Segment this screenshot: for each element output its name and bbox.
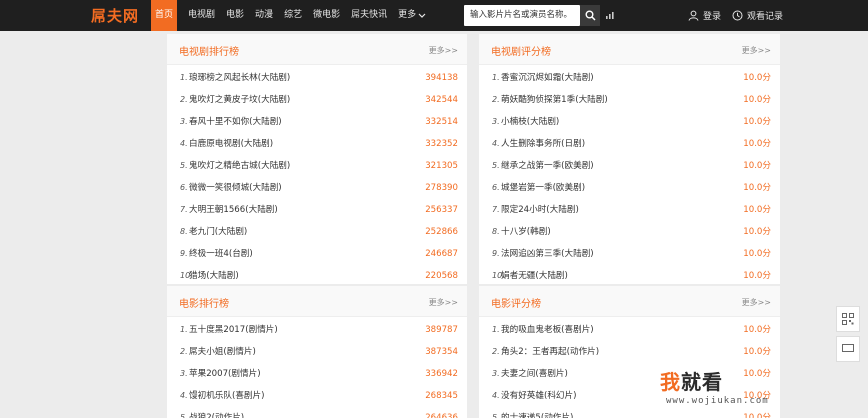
list-item[interactable]: 4. 馒初机乐队(喜剧片) 268345 — [167, 385, 467, 407]
panel-title: 电影评分榜 — [491, 299, 541, 310]
main-nav: 首页 电视剧 电影 动漫 综艺 微电影 屌夫快讯 更多 — [151, 0, 437, 31]
more-link[interactable]: 更多>> — [429, 297, 458, 308]
list-item[interactable]: 4. 白鹿原电视剧(大陆剧) 332352 — [167, 133, 467, 155]
rank-list: 1. 五十度黑2017(剧情片) 389787 2. 屌夫小姐(剧情片) 387354 … — [167, 317, 467, 418]
nav-news[interactable]: 屌夫快讯 — [351, 0, 387, 31]
list-item[interactable]: 7. 限定24小时(大陆剧) 10.0分 — [479, 199, 780, 221]
list-item[interactable]: 10. 娟者无疆(大陆剧) 10.0分 — [479, 265, 780, 287]
login-label: 登录 — [703, 12, 722, 22]
tv-score-panel: 电视剧评分榜 更多>> 1. 香蜜沉沉烬如霜(大陆剧) 10.0分 2. 萌妖酷狗侦探… — [479, 34, 780, 284]
search-button[interactable] — [580, 5, 600, 26]
nav-more[interactable]: 更多 — [398, 0, 426, 31]
nav-movie[interactable]: 电影 — [226, 0, 244, 31]
chevron-down-icon — [418, 13, 426, 18]
list-item[interactable]: 2. 屌夫小姐(剧情片) 387354 — [167, 341, 467, 363]
search-input[interactable] — [464, 5, 580, 26]
qr-code-icon — [842, 313, 854, 325]
history-label: 观看记录 — [747, 12, 784, 22]
nav-micro-film[interactable]: 微电影 — [313, 0, 340, 31]
nav-variety[interactable]: 综艺 — [284, 0, 302, 31]
more-link[interactable]: 更多>> — [742, 297, 771, 308]
nav-anime[interactable]: 动漫 — [255, 0, 273, 31]
clock-icon — [732, 10, 743, 21]
nav-more-label: 更多 — [398, 10, 417, 20]
list-item[interactable]: 3. 小楠枝(大陆剧) 10.0分 — [479, 111, 780, 133]
nav-home[interactable]: 首页 — [151, 0, 178, 31]
list-item[interactable]: 4. 人生删除事务所(日剧) 10.0分 — [479, 133, 780, 155]
rank-list: 1. 香蜜沉沉烬如霜(大陆剧) 10.0分 2. 萌妖酷狗侦探第1季(大陆剧) 10.0… — [479, 65, 780, 287]
list-item[interactable]: 5. 战狼2(动作片) 264636 — [167, 407, 467, 418]
qr-code-button[interactable] — [836, 306, 860, 332]
login-link[interactable]: 登录 — [688, 9, 721, 22]
list-item[interactable]: 7. 大明王朝1566(大陆剧) 256337 — [167, 199, 467, 221]
list-item[interactable]: 1. 五十度黑2017(剧情片) 389787 — [167, 319, 467, 341]
watermark-char: 我 — [660, 370, 681, 394]
list-item[interactable]: 5. 继承之战第一季(欧美剧) 10.0分 — [479, 155, 780, 177]
watermark-url: www.wojiukan.com — [666, 396, 769, 406]
movie-rank-panel: 电影排行榜 更多>> 1. 五十度黑2017(剧情片) 389787 2. 屌夫小姐(… — [167, 286, 467, 418]
list-item[interactable]: 9. 终极一班4(台剧) 246687 — [167, 243, 467, 265]
list-item[interactable]: 3. 苹果2007(剧情片) 336942 — [167, 363, 467, 385]
list-item[interactable]: 6. 城堡岩第一季(欧美剧) 10.0分 — [479, 177, 780, 199]
watermark-text: 就看 — [681, 370, 723, 394]
list-item[interactable]: 2. 角头2：王者再起(动作片) 10.0分 — [479, 341, 780, 363]
site-logo[interactable]: 屌夫网 — [91, 5, 139, 26]
user-icon — [688, 10, 699, 21]
more-link[interactable]: 更多>> — [429, 45, 458, 56]
list-item[interactable]: 9. 法网追凶第三季(大陆剧) 10.0分 — [479, 243, 780, 265]
message-icon — [842, 344, 854, 352]
watermark: 我就看 www.wojiukan.com — [660, 366, 780, 416]
panel-title: 电视剧评分榜 — [491, 47, 551, 58]
list-item[interactable]: 2. 鬼吹灯之黄皮子坟(大陆剧) 342544 — [167, 89, 467, 111]
list-item[interactable]: 1. 香蜜沉沉烬如霜(大陆剧) 10.0分 — [479, 67, 780, 89]
list-item[interactable]: 1. 琅琊榜之风起长林(大陆剧) 394138 — [167, 67, 467, 89]
list-item[interactable]: 3. 春风十里不如你(大陆剧) 332514 — [167, 111, 467, 133]
list-item[interactable]: 5. 鬼吹灯之精绝古城(大陆剧) 321305 — [167, 155, 467, 177]
list-item[interactable]: 1. 我的吸血鬼老板(喜剧片) 10.0分 — [479, 319, 780, 341]
list-item[interactable]: 2. 萌妖酷狗侦探第1季(大陆剧) 10.0分 — [479, 89, 780, 111]
top-bar: 屌夫网 首页 电视剧 电影 动漫 综艺 微电影 屌夫快讯 更多 登录 观看记录 — [0, 0, 868, 31]
tv-rank-panel: 电视剧排行榜 更多>> 1. 琅琊榜之风起长林(大陆剧) 394138 2. 鬼吹灯之… — [167, 34, 467, 284]
panel-title: 电影排行榜 — [179, 299, 229, 310]
feedback-button[interactable] — [836, 336, 860, 362]
rank-list: 1. 琅琊榜之风起长林(大陆剧) 394138 2. 鬼吹灯之黄皮子坟(大陆剧) 342… — [167, 65, 467, 287]
panel-title: 电视剧排行榜 — [179, 47, 239, 58]
list-item[interactable]: 6. 微微一笑很倾城(大陆剧) 278390 — [167, 177, 467, 199]
list-item[interactable]: 8. 十八岁(韩剧) 10.0分 — [479, 221, 780, 243]
nav-tv[interactable]: 电视剧 — [188, 0, 215, 31]
list-item[interactable]: 8. 老九门(大陆剧) 252866 — [167, 221, 467, 243]
list-item[interactable]: 10. 猎场(大陆剧) 220568 — [167, 265, 467, 287]
search-icon — [585, 10, 596, 21]
history-link[interactable]: 观看记录 — [732, 9, 783, 22]
signal-bars-icon[interactable] — [606, 12, 614, 19]
more-link[interactable]: 更多>> — [742, 45, 771, 56]
